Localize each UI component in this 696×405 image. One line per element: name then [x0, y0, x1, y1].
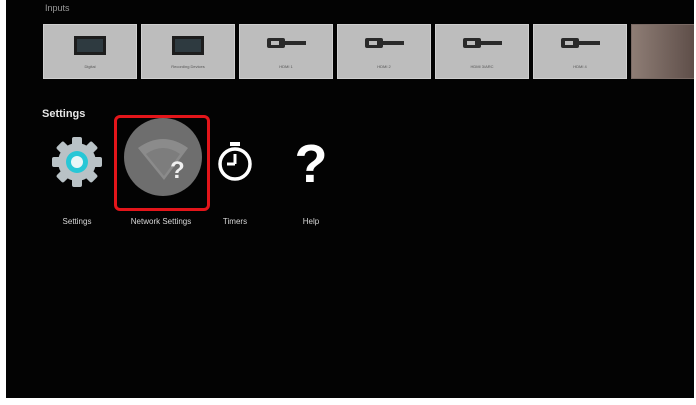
- input-tile-hdmi-4[interactable]: HDMI 4: [533, 24, 627, 79]
- app-help[interactable]: ? Help: [266, 112, 356, 252]
- tv-icon: [172, 36, 204, 55]
- input-tile-label: Digital: [84, 64, 96, 69]
- hdmi-cable-icon: [561, 38, 600, 48]
- input-tile-digital[interactable]: Digital: [43, 24, 137, 79]
- app-label: Help: [302, 217, 320, 226]
- inputs-section-title: Inputs: [45, 3, 70, 13]
- gear-icon: [32, 112, 122, 212]
- hdmi-cable-icon: [267, 38, 306, 48]
- svg-text:?: ?: [295, 134, 328, 192]
- tv-home-screen: Inputs Digital Recording Devices HDMI 1: [6, 0, 694, 398]
- input-tile-hdmi-1[interactable]: HDMI 1: [239, 24, 333, 79]
- input-tile-partial[interactable]: [631, 24, 694, 79]
- svg-text:?: ?: [170, 157, 185, 184]
- input-tile-label: HDMI 4: [573, 64, 587, 69]
- input-tile-label: HDMI 2: [377, 64, 391, 69]
- input-tile-label: HDMI 1: [279, 64, 293, 69]
- inputs-row: Digital Recording Devices HDMI 1 HDMI 2 …: [43, 24, 694, 79]
- input-tile-hdmi-3-arc[interactable]: HDMI 3/ARC: [435, 24, 529, 79]
- hdmi-cable-icon: [365, 38, 404, 48]
- app-label: Network Settings: [130, 217, 192, 226]
- input-tile-label: HDMI 3/ARC: [470, 64, 494, 69]
- question-mark-icon: ?: [266, 112, 356, 212]
- input-tile-label: Recording Devices: [171, 64, 205, 69]
- app-label: Settings: [62, 217, 92, 226]
- input-tile-recording-devices[interactable]: Recording Devices: [141, 24, 235, 79]
- input-tile-hdmi-2[interactable]: HDMI 2: [337, 24, 431, 79]
- app-settings[interactable]: Settings: [32, 112, 122, 252]
- tv-icon: [74, 36, 106, 55]
- hdmi-cable-icon: [463, 38, 502, 48]
